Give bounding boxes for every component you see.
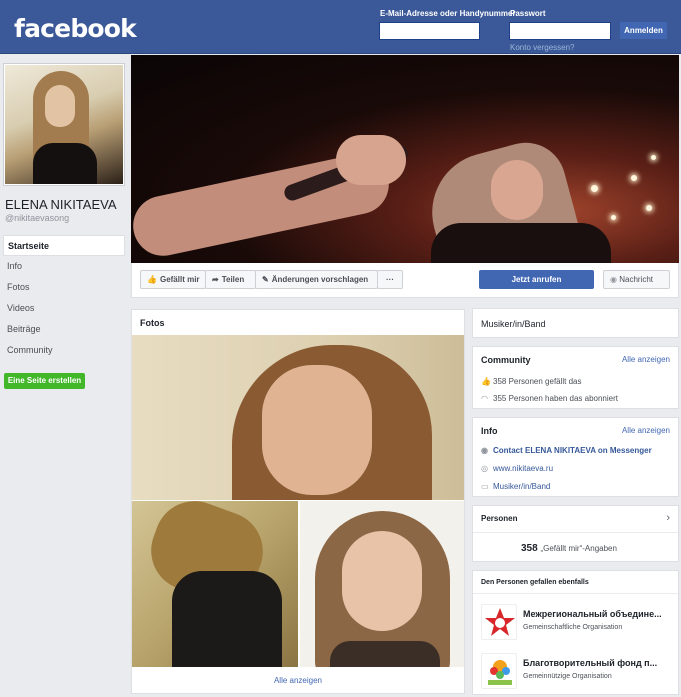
related-page-name[interactable]: Благотворительный фонд п... [523, 658, 673, 668]
related-page-item[interactable]: Благотворительный фонд п... Gemeinnützig… [481, 653, 672, 691]
thumbs-up-icon: 👍 [147, 275, 157, 284]
email-field[interactable] [379, 22, 480, 40]
pencil-icon: ✎ [262, 275, 269, 284]
messenger-contact-link[interactable]: Contact ELENA NIKITAEVA on Messenger [493, 446, 652, 455]
info-see-all-link[interactable]: Alle anzeigen [622, 426, 670, 435]
page-username[interactable]: @nikitaevasong [5, 213, 69, 223]
people-title[interactable]: Personen [481, 514, 517, 523]
password-label: Passwort [510, 9, 546, 18]
website-row[interactable]: ◎ www.nikitaeva.ru [481, 464, 553, 473]
follows-count-text: 355 Personen haben das abonniert [493, 394, 618, 403]
photo-thumbnail[interactable] [300, 501, 464, 667]
info-card: Info Alle anzeigen ◉ Contact ELENA NIKITA… [472, 417, 679, 497]
info-category-link[interactable]: Musiker/in/Band [493, 482, 550, 491]
message-button[interactable]: ◉ Nachricht [603, 270, 670, 289]
likes-count-row: 👍 358 Personen gefällt das [481, 377, 582, 386]
messenger-contact-row[interactable]: ◉ Contact ELENA NIKITAEVA on Messenger [481, 446, 652, 455]
like-label: Gefällt mir [159, 275, 200, 284]
organization-logo [481, 604, 517, 640]
related-page-category: Gemeinnützige Organisation [523, 673, 612, 680]
people-count-value: 358 [521, 543, 538, 554]
page-title[interactable]: ELENA NIKITAEVA [5, 197, 117, 212]
follows-count-row: ◠ 355 Personen haben das abonniert [481, 394, 618, 403]
messenger-icon: ◉ [610, 275, 617, 284]
cover-photo[interactable] [131, 55, 679, 263]
login-button[interactable]: Anmelden [620, 22, 667, 39]
email-label: E-Mail-Adresse oder Handynummer [380, 9, 516, 18]
info-title[interactable]: Info [481, 426, 498, 436]
profile-picture[interactable] [3, 63, 125, 186]
people-count-label: „Gefällt mir“-Angaben [540, 544, 617, 553]
suggest-edits-button[interactable]: ✎ Änderungen vorschlagen [255, 270, 378, 289]
like-button[interactable]: 👍 Gefällt mir [140, 270, 206, 289]
category-card: Musiker/in/Band [472, 308, 679, 338]
top-bar: facebook E-Mail-Adresse oder Handynummer… [0, 0, 681, 54]
category-text[interactable]: Musiker/in/Band [481, 319, 546, 329]
website-link[interactable]: www.nikitaeva.ru [493, 464, 553, 473]
page-nav: Startseite Info Fotos Videos Beiträge Co… [3, 235, 125, 361]
photo-thumbnail[interactable] [132, 501, 298, 667]
call-now-button[interactable]: Jetzt anrufen [479, 270, 594, 289]
community-see-all-link[interactable]: Alle anzeigen [622, 355, 670, 364]
category-icon: ▭ [481, 482, 489, 491]
more-button[interactable]: ··· [377, 270, 403, 289]
organization-logo [481, 653, 517, 689]
forgot-account-link[interactable]: Konto vergessen? [510, 43, 575, 52]
share-button[interactable]: ➦ Teilen [205, 270, 256, 289]
message-label: Nachricht [619, 275, 654, 284]
likes-count-text: 358 Personen gefällt das [493, 377, 582, 386]
related-page-category: Gemeinschaftliche Organisation [523, 624, 623, 631]
password-field[interactable] [509, 22, 611, 40]
nav-item-videos[interactable]: Videos [3, 298, 125, 319]
nav-item-posts[interactable]: Beiträge [3, 319, 125, 340]
share-label: Teilen [221, 275, 245, 284]
people-card: Personen › 358 „Gefällt mir“-Angaben [472, 505, 679, 562]
community-title[interactable]: Community [481, 355, 531, 365]
globe-icon: ◎ [481, 464, 488, 473]
related-pages-card: Den Personen gefallen ebenfalls Межрегио… [472, 570, 679, 695]
page-action-bar: 👍 Gefällt mir ➦ Teilen ✎ Änderungen vorschl… [131, 263, 679, 298]
create-page-button[interactable]: Eine Seite erstellen [4, 373, 85, 389]
nav-item-info[interactable]: Info [3, 256, 125, 277]
nav-item-home[interactable]: Startseite [3, 235, 125, 256]
people-like-count: 358 „Gefällt mir“-Angaben [521, 543, 617, 554]
photo-thumbnail[interactable] [132, 335, 464, 500]
related-page-item[interactable]: Межрегиональный объедине... Gemeinschaft… [481, 604, 672, 642]
related-pages-title: Den Personen gefallen ebenfalls [481, 579, 589, 586]
related-page-name[interactable]: Межрегиональный объедине... [523, 609, 673, 619]
nav-item-community[interactable]: Community [3, 340, 125, 361]
suggest-edits-label: Änderungen vorschlagen [271, 275, 369, 284]
photos-card: Fotos Alle anzeigen [131, 309, 465, 694]
info-category-row[interactable]: ▭ Musiker/in/Band [481, 482, 550, 491]
community-card: Community Alle anzeigen 👍 358 Personen ge… [472, 346, 679, 409]
share-icon: ➦ [212, 275, 219, 284]
facebook-logo[interactable]: facebook [14, 14, 137, 43]
photos-title[interactable]: Fotos [140, 318, 165, 328]
chevron-right-icon[interactable]: › [666, 512, 670, 524]
rss-icon: ◠ [481, 394, 488, 403]
nav-item-photos[interactable]: Fotos [3, 277, 125, 298]
messenger-icon: ◉ [481, 446, 488, 455]
thumbs-up-icon: 👍 [481, 377, 491, 386]
photos-see-all-link[interactable]: Alle anzeigen [132, 676, 464, 685]
